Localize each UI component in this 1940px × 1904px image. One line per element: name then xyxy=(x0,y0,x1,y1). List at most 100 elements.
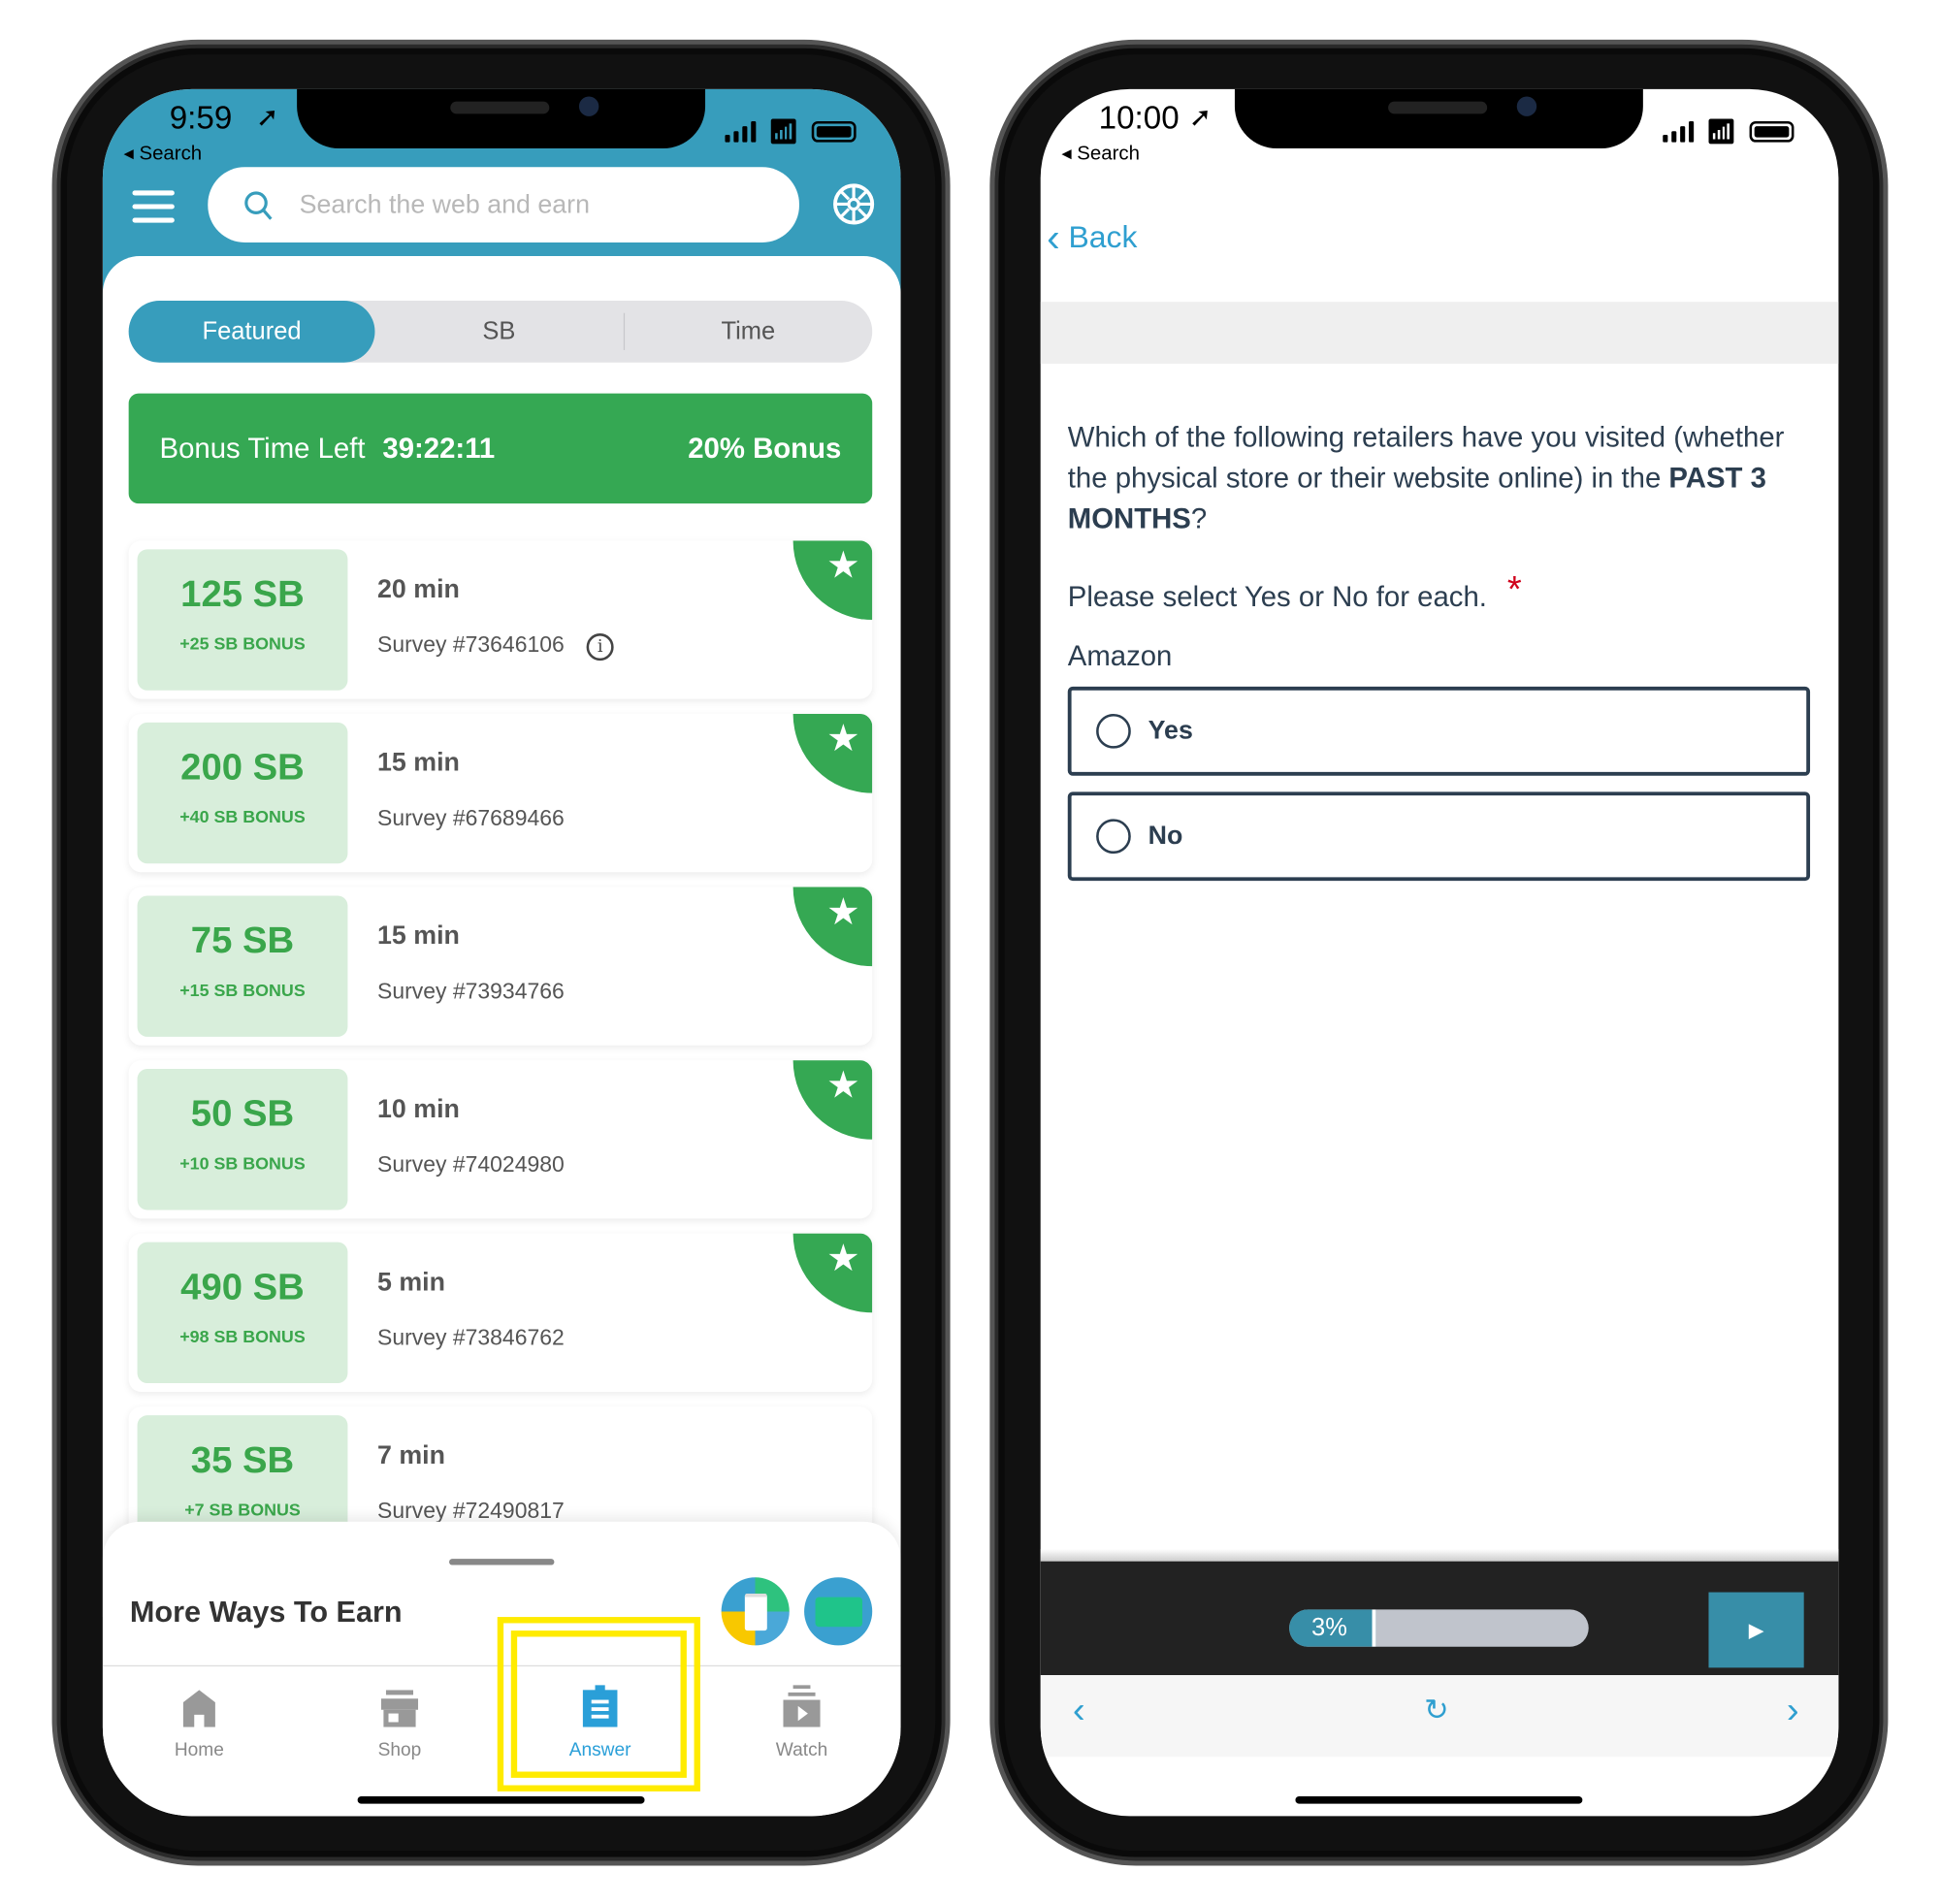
survey-duration: 10 min xyxy=(377,1094,460,1124)
survey-id: Survey #73934766 xyxy=(377,978,565,1004)
survey-duration: 15 min xyxy=(377,748,460,778)
nav-watch-label: Watch xyxy=(775,1739,828,1761)
points-bonus: +10 SB BONUS xyxy=(179,1152,306,1174)
chevron-left-icon: ‹ xyxy=(1047,214,1060,260)
option-no[interactable]: No xyxy=(1067,791,1811,882)
location-arrow-icon: ➚ xyxy=(1188,101,1212,133)
shop-icon xyxy=(325,1683,473,1727)
nav-watch[interactable]: Watch xyxy=(728,1683,876,1760)
featured-star-icon: ★ xyxy=(792,887,873,967)
back-to-app[interactable]: ◂ Search xyxy=(1061,141,1140,166)
reload-icon[interactable]: ↻ xyxy=(1424,1693,1449,1728)
points-box: 125 SB +25 SB BONUS xyxy=(137,549,348,691)
back-to-app[interactable]: ◂ Search xyxy=(124,141,203,166)
info-icon[interactable]: i xyxy=(586,633,614,662)
home-indicator[interactable] xyxy=(1295,1796,1583,1804)
profile-card-icon[interactable] xyxy=(804,1577,873,1646)
wifi-icon: 📶︎ xyxy=(767,118,799,146)
featured-star-icon: ★ xyxy=(792,713,873,793)
browser-back-icon[interactable]: ‹ xyxy=(1073,1690,1085,1731)
nav-shop-label: Shop xyxy=(377,1739,422,1761)
next-button[interactable]: ▶ xyxy=(1708,1592,1804,1668)
status-time: 10:00 xyxy=(1098,99,1180,137)
survey-id: Survey #73846762 xyxy=(377,1325,565,1350)
left-screen: 9:59 ➚ ◂ Search 📶︎ Search the web and ea… xyxy=(102,88,901,1817)
survey-duration: 20 min xyxy=(377,575,460,604)
battery-icon xyxy=(1749,120,1794,143)
survey-duration: 15 min xyxy=(377,921,460,951)
browser-nav-bar: ‹ ↻ › xyxy=(1040,1675,1839,1758)
receipts-icon[interactable] xyxy=(721,1577,790,1646)
points-box: 75 SB +15 SB BONUS xyxy=(137,895,348,1037)
option-no-label: No xyxy=(1148,821,1183,851)
hamburger-menu-icon[interactable] xyxy=(132,190,175,223)
points-bonus: +7 SB BONUS xyxy=(184,1499,301,1520)
notch xyxy=(1234,88,1643,149)
survey-card[interactable]: 125 SB +25 SB BONUS 20 min Survey #73646106… xyxy=(128,540,873,699)
option-yes[interactable]: Yes xyxy=(1067,686,1811,776)
back-app-label: Search xyxy=(1077,143,1140,165)
status-icons: 📶︎ xyxy=(724,116,857,147)
bonus-banner[interactable]: Bonus Time Left 39:22:11 20% Bonus xyxy=(128,393,873,504)
progress-label: 3% xyxy=(1311,1614,1347,1642)
location-arrow-icon: ➚ xyxy=(256,101,279,133)
bonus-label: Bonus Time Left xyxy=(159,432,366,465)
tab-time[interactable]: Time xyxy=(624,301,872,363)
survey-card[interactable]: 50 SB +10 SB BONUS 10 min Survey #74024980 ★ xyxy=(128,1060,873,1219)
wifi-icon: 📶︎ xyxy=(1705,118,1737,146)
points-amount: 125 SB xyxy=(180,573,305,615)
points-amount: 35 SB xyxy=(190,1439,295,1481)
search-icon xyxy=(244,190,273,220)
signal-icon xyxy=(1662,120,1694,143)
sheet-drag-handle[interactable] xyxy=(449,1559,555,1565)
back-button[interactable]: ‹ Back xyxy=(1047,215,1137,261)
settings-wheel-icon[interactable] xyxy=(831,181,876,226)
tab-sb[interactable]: SB xyxy=(374,312,625,350)
survey-card[interactable]: 75 SB +15 SB BONUS 15 min Survey #73934766 ★ xyxy=(128,887,873,1046)
featured-star-icon: ★ xyxy=(792,540,873,621)
browser-forward-icon[interactable]: › xyxy=(1787,1690,1799,1731)
segmented-control: Featured SB Time xyxy=(128,300,873,363)
survey-footer: 3% ▶ xyxy=(1040,1561,1839,1676)
more-ways-title: More Ways To Earn xyxy=(129,1596,403,1630)
points-bonus: +25 SB BONUS xyxy=(179,633,306,654)
nav-home-label: Home xyxy=(174,1739,224,1761)
right-screen: 10:00 ➚ ◂ Search 📶︎ ‹ Back Which of the … xyxy=(1040,88,1839,1817)
home-icon xyxy=(125,1683,274,1727)
required-asterisk: * xyxy=(1506,568,1522,610)
survey-id: Survey #67689466 xyxy=(377,805,565,830)
tab-featured[interactable]: Featured xyxy=(128,300,375,363)
notch xyxy=(297,88,706,149)
nav-home[interactable]: Home xyxy=(125,1683,274,1760)
option-yes-label: Yes xyxy=(1148,716,1193,745)
search-placeholder: Search the web and earn xyxy=(299,189,590,219)
radio-icon xyxy=(1096,713,1131,749)
video-icon xyxy=(728,1683,876,1727)
survey-card[interactable]: 200 SB +40 SB BONUS 15 min Survey #67689466… xyxy=(128,713,873,873)
survey-card[interactable]: 490 SB +98 SB BONUS 5 min Survey #73846762 ★ xyxy=(128,1233,873,1392)
survey-id: Survey #72490817 xyxy=(377,1498,565,1524)
play-arrow-icon: ▶ xyxy=(1748,1620,1764,1641)
battery-icon xyxy=(811,120,857,143)
home-indicator[interactable] xyxy=(357,1796,645,1804)
points-box: 50 SB +10 SB BONUS xyxy=(137,1069,348,1210)
survey-duration: 7 min xyxy=(377,1440,446,1470)
points-amount: 50 SB xyxy=(190,1093,295,1135)
points-bonus: +98 SB BONUS xyxy=(179,1326,306,1346)
points-amount: 200 SB xyxy=(180,747,305,789)
header-band xyxy=(1040,302,1839,364)
points-box: 490 SB +98 SB BONUS xyxy=(137,1242,348,1384)
bonus-countdown: 39:22:11 xyxy=(382,432,496,465)
status-time: 9:59 xyxy=(169,99,233,137)
nav-shop[interactable]: Shop xyxy=(325,1683,473,1760)
points-bonus: +40 SB BONUS xyxy=(179,806,306,827)
highlight-box-inner xyxy=(510,1630,687,1778)
points-bonus: +15 SB BONUS xyxy=(179,980,306,1000)
bonus-percent: 20% Bonus xyxy=(688,432,842,465)
featured-star-icon: ★ xyxy=(792,1060,873,1140)
instruction-text: Please select Yes or No for each. * xyxy=(1067,568,1522,613)
signal-icon xyxy=(724,120,756,143)
points-amount: 490 SB xyxy=(180,1267,305,1308)
search-input[interactable]: Search the web and earn xyxy=(208,167,799,242)
points-box: 200 SB +40 SB BONUS xyxy=(137,722,348,864)
